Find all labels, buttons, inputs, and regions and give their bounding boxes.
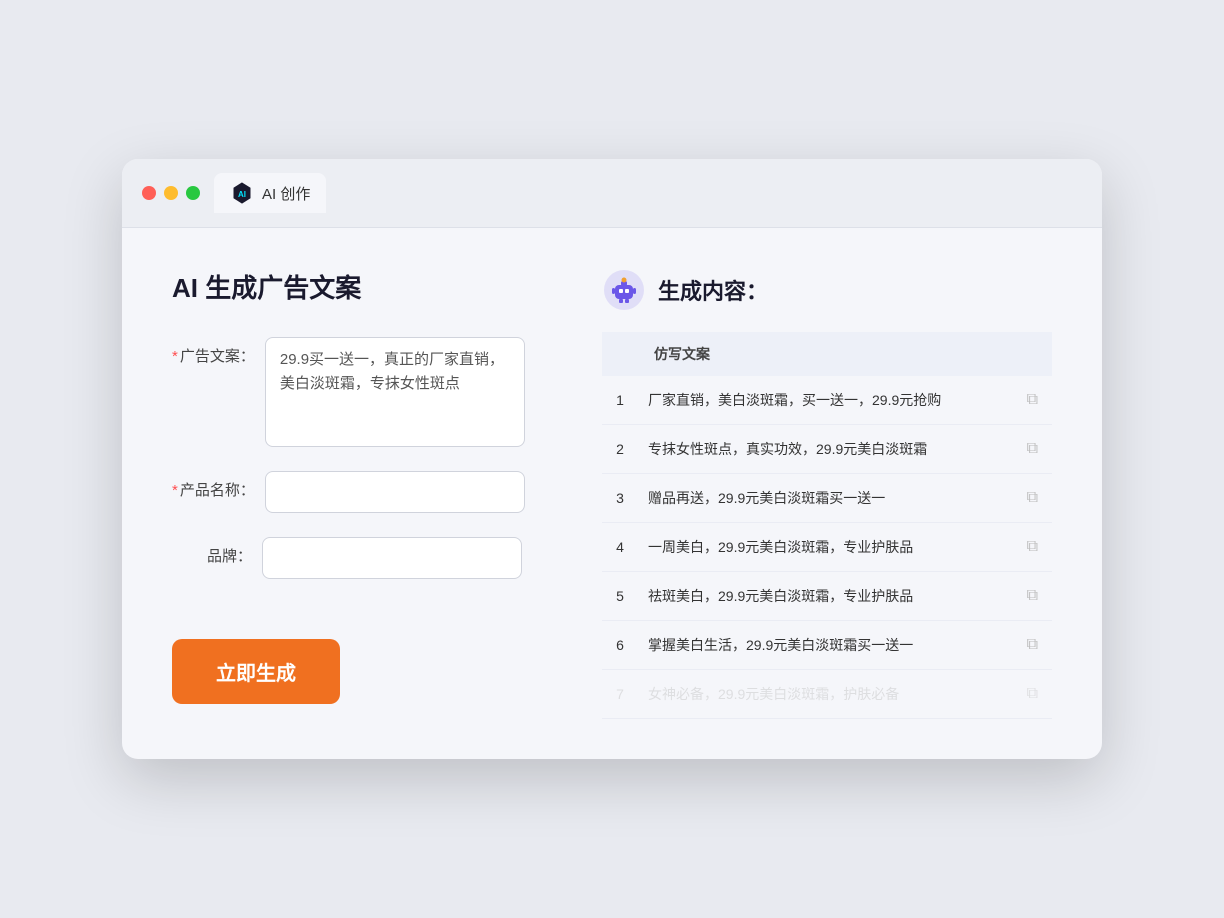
ad-copy-group: *广告文案： 29.9买一送一，真正的厂家直销，美白淡斑霜，专抹女性斑点 [172,337,552,447]
ad-copy-textarea[interactable]: 29.9买一送一，真正的厂家直销，美白淡斑霜，专抹女性斑点 [265,337,525,447]
page-title: AI 生成广告文案 [172,268,552,305]
maximize-button[interactable] [186,186,200,200]
copy-button[interactable]: ⧉ [1013,670,1052,719]
copy-icon[interactable]: ⧉ [1023,534,1042,559]
product-name-label: *产品名称： [172,471,255,500]
left-panel: AI 生成广告文案 *广告文案： 29.9买一送一，真正的厂家直销，美白淡斑霜，… [172,268,552,719]
col-action [1013,332,1052,376]
row-number: 5 [602,572,638,621]
generate-button[interactable]: 立即生成 [172,639,340,704]
browser-titlebar: AI AI 创作 [122,159,1102,228]
table-row: 6掌握美白生活，29.9元美白淡斑霜买一送一 ⧉ [602,621,1052,670]
copy-icon[interactable]: ⧉ [1023,632,1042,657]
col-copy: 仿写文案 [638,332,1013,376]
result-header: 生成内容： [602,268,1052,312]
col-num [602,332,638,376]
close-button[interactable] [142,186,156,200]
browser-content: AI 生成广告文案 *广告文案： 29.9买一送一，真正的厂家直销，美白淡斑霜，… [122,228,1102,759]
copy-button[interactable]: ⧉ [1013,474,1052,523]
ad-copy-label: *广告文案： [172,337,255,366]
copy-icon[interactable]: ⧉ [1023,485,1042,510]
row-number: 7 [602,670,638,719]
copy-icon[interactable]: ⧉ [1023,387,1042,412]
table-row: 4一周美白，29.9元美白淡斑霜，专业护肤品 ⧉ [602,523,1052,572]
ad-copy-required: * [172,348,178,365]
copy-button[interactable]: ⧉ [1013,376,1052,425]
result-table: 仿写文案 1厂家直销，美白淡斑霜，买一送一，29.9元抢购⧉2专抹女性斑点，真实… [602,332,1052,719]
table-row: 2专抹女性斑点，真实功效，29.9元美白淡斑霜 ⧉ [602,425,1052,474]
brand-input[interactable]: 好白 [262,537,522,579]
product-name-group: *产品名称： 美白淡斑霜 [172,471,552,513]
copy-icon[interactable]: ⧉ [1023,583,1042,608]
copy-button[interactable]: ⧉ [1013,425,1052,474]
result-title: 生成内容： [658,274,768,306]
row-copy-text: 一周美白，29.9元美白淡斑霜，专业护肤品 [638,523,1013,572]
row-copy-text: 掌握美白生活，29.9元美白淡斑霜买一送一 [638,621,1013,670]
product-name-input[interactable]: 美白淡斑霜 [265,471,525,513]
table-row: 5祛斑美白，29.9元美白淡斑霜，专业护肤品 ⧉ [602,572,1052,621]
browser-window: AI AI 创作 AI 生成广告文案 *广告文案： 29.9买一送一，真正的厂家… [122,159,1102,759]
table-row: 3赠品再送，29.9元美白淡斑霜买一送一 ⧉ [602,474,1052,523]
row-copy-text: 祛斑美白，29.9元美白淡斑霜，专业护肤品 [638,572,1013,621]
row-number: 1 [602,376,638,425]
product-name-required: * [172,482,178,499]
row-copy-text: 厂家直销，美白淡斑霜，买一送一，29.9元抢购 [638,376,1013,425]
brand-label: 品牌： [172,537,252,566]
copy-icon[interactable]: ⧉ [1023,681,1042,706]
table-row: 1厂家直销，美白淡斑霜，买一送一，29.9元抢购 ⧉ [602,376,1052,425]
traffic-lights [142,186,200,200]
copy-button[interactable]: ⧉ [1013,621,1052,670]
brand-group: 品牌： 好白 [172,537,552,579]
copy-icon[interactable]: ⧉ [1023,436,1042,461]
tab-label: AI 创作 [262,183,310,204]
minimize-button[interactable] [164,186,178,200]
row-number: 6 [602,621,638,670]
ai-tab-icon: AI [230,181,254,205]
copy-button[interactable]: ⧉ [1013,572,1052,621]
ai-tab[interactable]: AI AI 创作 [214,173,326,213]
copy-button[interactable]: ⧉ [1013,523,1052,572]
row-copy-text: 女神必备，29.9元美白淡斑霜，护肤必备 [638,670,1013,719]
result-tbody: 1厂家直销，美白淡斑霜，买一送一，29.9元抢购⧉2专抹女性斑点，真实功效，29… [602,376,1052,719]
row-number: 4 [602,523,638,572]
svg-text:AI: AI [238,190,246,199]
robot-icon [602,268,646,312]
table-row: 7女神必备，29.9元美白淡斑霜，护肤必备 ⧉ [602,670,1052,719]
right-panel: 生成内容： 仿写文案 1厂家直销，美白淡斑霜，买一送一，29.9元抢购⧉2专抹女… [602,268,1052,719]
row-copy-text: 专抹女性斑点，真实功效，29.9元美白淡斑霜 [638,425,1013,474]
row-number: 3 [602,474,638,523]
row-copy-text: 赠品再送，29.9元美白淡斑霜买一送一 [638,474,1013,523]
table-header-row: 仿写文案 [602,332,1052,376]
row-number: 2 [602,425,638,474]
